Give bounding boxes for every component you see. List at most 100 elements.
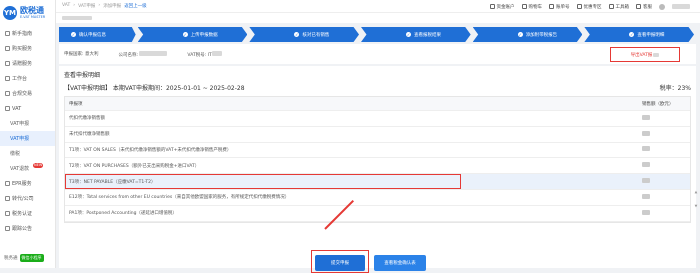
app-logo[interactable]: YM 欧税通 E-VAT MASTER: [0, 0, 55, 26]
new-badge: NEW: [33, 163, 44, 168]
topbar-item-label: 账单号: [556, 4, 570, 10]
row-value-redacted: [640, 130, 690, 138]
step-6[interactable]: ✓ 查看申报明细: [584, 27, 695, 42]
menu-icon: [5, 31, 10, 36]
sidebar-item-label: 购买服务: [12, 46, 33, 52]
topbar-item-label: 优惠专区: [583, 4, 602, 10]
annotation-box: [65, 174, 461, 189]
row-value-redacted: [640, 146, 690, 153]
sidebar-item-label: VAT退款: [10, 166, 30, 172]
topbar-item[interactable]: 客服: [636, 4, 652, 10]
row-value-redacted: [640, 162, 690, 169]
row-value-redacted: [640, 178, 690, 185]
sidebar-item[interactable]: 缴税: [0, 146, 55, 161]
table-row: T3项：NET PAYABLE（应缴VAT=T1-T2）: [65, 174, 690, 190]
table-row: T2项：VAT ON PURCHASES（额外已支出采购税金+进口VAT）: [65, 158, 690, 175]
sidebar-item[interactable]: 购买服务: [0, 41, 55, 56]
sidebar-item-label: 新手指南: [12, 31, 33, 37]
sidebar-item[interactable]: VAT申报: [0, 116, 55, 131]
view-tax-confirmation-button[interactable]: 查看税金确认表: [374, 255, 426, 271]
menu-icon: [5, 226, 10, 231]
topbar-item-label: 客服: [643, 4, 652, 10]
top-bar: VAT › VAT申报 › 添加申报 返回上一级 资金账户 购物车 账单号 优惠专区 工具箱…: [56, 0, 700, 13]
row-label: PA1项：Postponed Accounting（递延进口增值税）: [69, 211, 177, 217]
step-label: 确认申报信息: [79, 32, 106, 38]
sidebar-item-label: 缴税: [10, 151, 21, 157]
step-label: 上传申报数据: [190, 32, 218, 38]
submit-declaration-button[interactable]: 提交申报: [315, 255, 365, 271]
topbar-item[interactable]: 优惠专区: [576, 4, 602, 10]
table-row: 代扣代缴净销售额: [65, 111, 690, 127]
topbar-item[interactable]: 工具箱: [608, 4, 630, 10]
sidebar-item[interactable]: 工作台: [0, 71, 55, 86]
app-name: 欧税通: [20, 6, 44, 15]
rail-icon[interactable]: ▼: [695, 204, 698, 208]
step-progress: ✓ 确认申报信息 ✓ 上传申报数据 ✓ 核对已有销售 ✓ 查看报税结果 ✓ 添加附带税报告 ✓ 查看申…: [59, 27, 696, 42]
row-value-redacted: [640, 114, 690, 122]
sidebar-item[interactable]: 跟踪公告: [0, 221, 55, 236]
export-vat-label: 导出VAT报: [630, 52, 653, 58]
topbar-item-label: 资金账户: [496, 4, 515, 10]
breadcrumb-item[interactable]: VAT: [62, 3, 70, 9]
sidebar-item[interactable]: EPR服务: [0, 176, 55, 191]
menu-icon: [5, 46, 10, 51]
tab-placeholder[interactable]: [62, 16, 92, 20]
topbar-item[interactable]: 资金账户: [489, 4, 515, 10]
topbar-item[interactable]: 账单号: [549, 4, 570, 10]
check-icon: ✓: [629, 32, 635, 37]
table-row: E12项：Total services from other EU countr…: [65, 190, 690, 206]
coupon-icon: [576, 4, 582, 9]
step-1[interactable]: ✓ 确认申报信息: [59, 27, 136, 42]
sidebar-item-label: EPR服务: [12, 181, 32, 187]
back-link[interactable]: 返回上一级: [124, 3, 147, 9]
rail-icon[interactable]: ▲: [695, 190, 698, 194]
sidebar-item-label: 转代/公司: [12, 196, 34, 202]
sidebar-item[interactable]: 转代/公司: [0, 191, 55, 206]
sidebar: YM 欧税通 E-VAT MASTER 新手指南 购买服务 请赠服务 工作台 合规交易 V…: [0, 0, 56, 268]
topbar-item-label: 工具箱: [615, 4, 630, 10]
tax-link[interactable]: 税务通: [4, 255, 18, 261]
period-row: 【VAT申报明细】 本期VAT申报期间：2025-01-01 ~ 2025-02…: [64, 83, 691, 92]
avatar[interactable]: [659, 3, 665, 10]
column-header: 销售额（欧元）: [642, 101, 674, 107]
menu-icon: [5, 211, 10, 216]
step-5[interactable]: ✓ 添加附带税报告: [472, 27, 583, 42]
menu-icon: [5, 91, 10, 96]
sidebar-item-label: 税务认证: [12, 211, 33, 217]
sidebar-item[interactable]: 请赠服务: [0, 56, 55, 71]
row-value-redacted: [640, 209, 690, 217]
step-4[interactable]: ✓ 查看报税结果: [361, 27, 471, 42]
check-icon: ✓: [71, 32, 76, 37]
step-2[interactable]: ✓ 上传申报数据: [137, 27, 248, 42]
check-icon: ✓: [294, 32, 300, 37]
sidebar-item[interactable]: VAT申报: [0, 131, 55, 146]
declaration-table: 申报项 销售额（欧元） 代扣代缴净销售额 未代扣代缴净销售额 T1项：VAT ON …: [64, 96, 691, 223]
sidebar-bottom: 税务通 微信小程序: [4, 254, 44, 262]
vat-number-label: VAT税号: IT: [187, 50, 222, 58]
declaration-info: 申报国家: 意大利 公司名称: VAT税号: IT: [59, 44, 696, 64]
table-row: 未代扣代缴净销售额: [65, 127, 690, 143]
sidebar-item[interactable]: VAT: [0, 101, 55, 116]
sidebar-item[interactable]: 新手指南: [0, 26, 55, 41]
wallet-icon: [489, 4, 495, 9]
wechat-miniprogram-button[interactable]: 微信小程序: [19, 254, 44, 262]
check-icon: ✓: [182, 32, 188, 37]
step-label: 添加附带税报告: [525, 32, 558, 38]
menu-icon: [5, 76, 10, 81]
topbar-item-label: 购物车: [528, 4, 543, 10]
username-redacted: [672, 4, 690, 9]
sidebar-item-label: 工作台: [12, 76, 28, 82]
export-vat-button[interactable]: 导出VAT报: [610, 47, 680, 62]
sidebar-item[interactable]: VAT退款 NEW: [0, 161, 55, 176]
row-label: T1项：VAT ON SALES（未代扣代缴净销售额的VAT+未代扣代缴净销售产…: [69, 147, 232, 153]
menu-icon: [5, 61, 10, 66]
breadcrumb: VAT › VAT申报 › 添加申报 返回上一级: [62, 3, 147, 9]
breadcrumb-item: 添加申报: [103, 4, 122, 9]
sidebar-item[interactable]: 税务认证: [0, 206, 55, 221]
step-label: 核对已有销售: [302, 32, 330, 38]
table-row: PA1项：Postponed Accounting（递延进口增值税）: [65, 206, 690, 222]
topbar-item[interactable]: 购物车: [521, 4, 543, 10]
breadcrumb-item[interactable]: VAT申报: [78, 3, 95, 9]
sidebar-item[interactable]: 合规交易: [0, 86, 55, 101]
step-3[interactable]: ✓ 核对已有销售: [249, 27, 360, 42]
